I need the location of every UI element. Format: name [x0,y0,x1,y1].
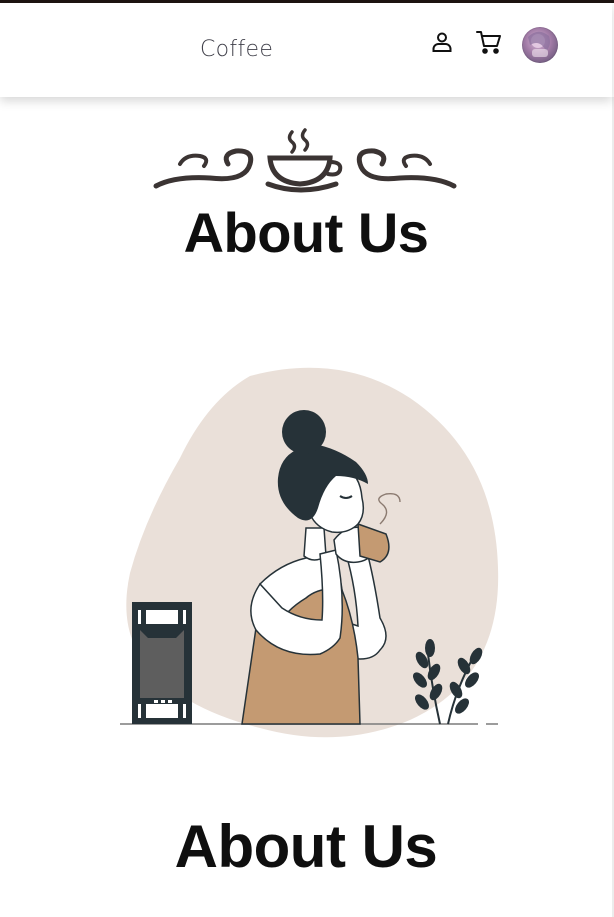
section-title: About Us [174,813,438,880]
navbar: Coffee [0,3,612,97]
woman-drinking-coffee-illustration [120,367,499,738]
profile-avatar[interactable] [522,27,558,63]
user-icon[interactable] [430,30,454,54]
brand-logo[interactable]: Coffee [200,37,273,62]
coffee-grinder-illustration [132,602,192,724]
coffee-cup-ornament-icon [153,128,457,193]
page-title: About Us [183,201,429,264]
cart-icon[interactable] [475,28,503,56]
